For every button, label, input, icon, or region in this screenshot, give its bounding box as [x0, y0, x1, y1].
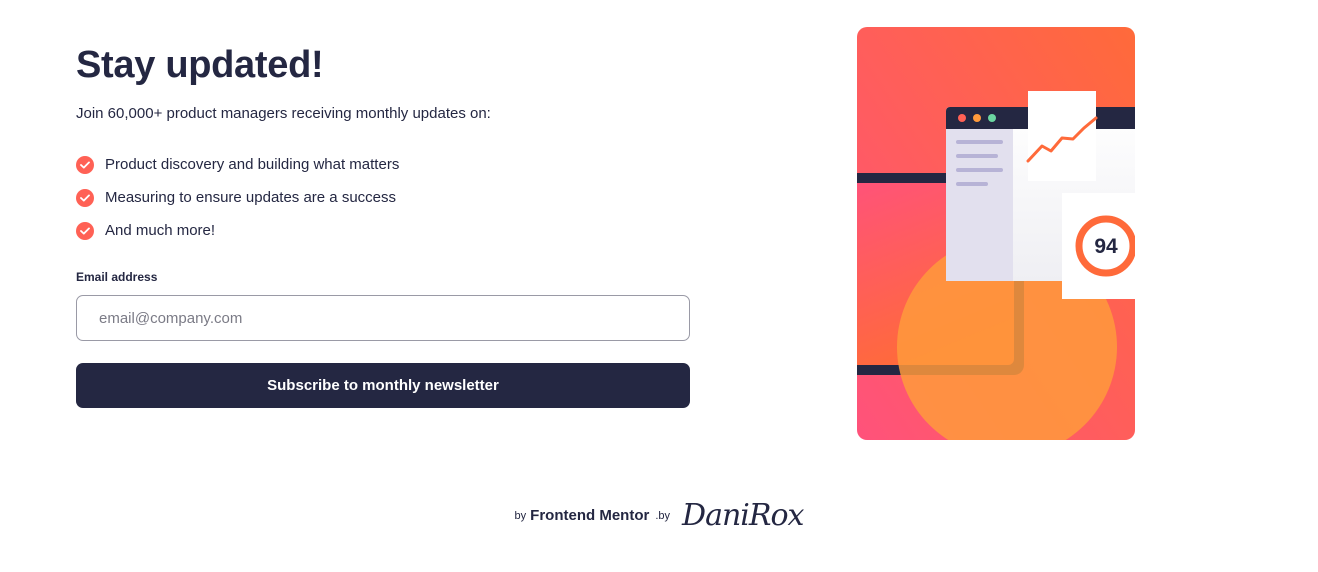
score-value: 94 [1094, 235, 1118, 258]
list-item: Product discovery and building what matt… [76, 148, 399, 181]
footer-by-suffix: .by [655, 509, 671, 522]
intro-text: Join 60,000+ product managers receiving … [76, 105, 491, 122]
check-circle-icon [76, 188, 94, 207]
feature-text: And much more! [105, 222, 216, 239]
author-signature: DaniRox [682, 498, 804, 533]
list-item: And much more! [76, 214, 399, 247]
subscribe-button[interactable]: Subscribe to monthly newsletter [76, 363, 690, 408]
email-label: Email address [76, 270, 158, 284]
page-title: Stay updated! [76, 44, 324, 86]
feature-text: Measuring to ensure updates are a succes… [105, 189, 396, 206]
hero-illustration: 94 [857, 27, 1135, 440]
footer: by Frontend Mentor .by DaniRox [0, 498, 1318, 533]
check-circle-icon [76, 221, 94, 240]
list-item: Measuring to ensure updates are a succes… [76, 181, 399, 214]
feature-text: Product discovery and building what matt… [105, 156, 400, 173]
email-field[interactable] [76, 295, 690, 341]
check-circle-icon [76, 155, 94, 174]
feature-list: Product discovery and building what matt… [76, 148, 399, 247]
footer-by-prefix: by [514, 509, 527, 522]
footer-brand-link[interactable]: Frontend Mentor [530, 507, 649, 524]
